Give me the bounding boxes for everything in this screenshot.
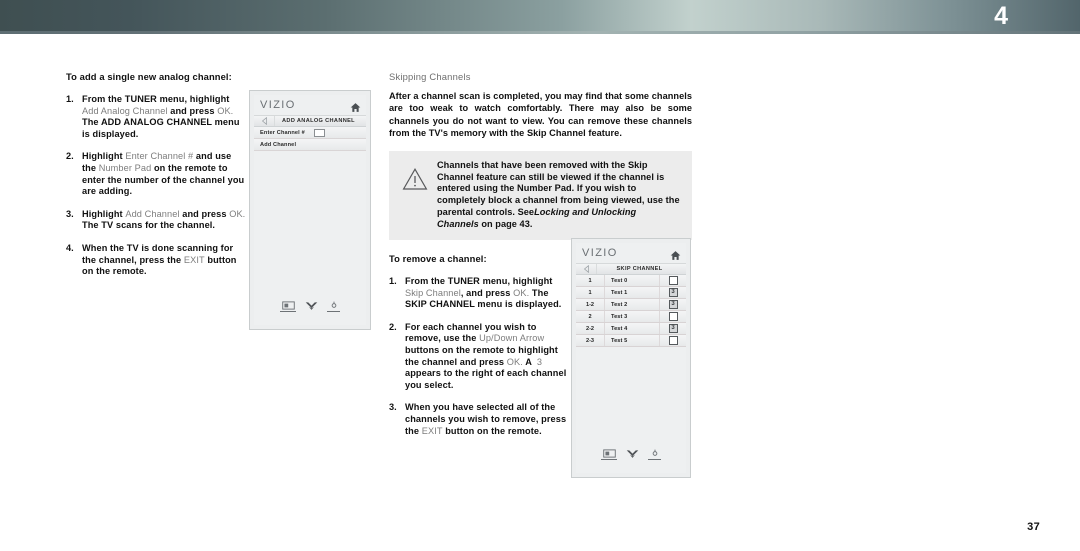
list-marker: 3. (389, 402, 397, 413)
list-item: 2. For each channel you wish to remove, … (389, 322, 567, 392)
section-title: Skipping Channels (389, 71, 471, 82)
tv-screen-inner: VIZIO ADD ANALOG CHANNEL Enter Channel #… (254, 95, 366, 325)
list-text: When you have selected all of the channe… (405, 402, 567, 436)
left-column: To add a single new analog channel: 1. F… (66, 71, 246, 289)
skip-checkbox[interactable]: 3 (668, 324, 678, 333)
list-item: 3. When you have selected all of the cha… (389, 402, 567, 437)
back-button[interactable] (576, 264, 597, 274)
warning-triangle-icon (402, 167, 428, 191)
tv-footer-icons (576, 442, 686, 473)
left-column-heading: To add a single new analog channel: (66, 71, 232, 82)
list-item: 1. From the TUNER menu, highlight Skip C… (389, 276, 567, 311)
caution-text: Channels that have been removed with the… (437, 159, 680, 230)
list-item: 4. When the TV is done scanning for the … (66, 243, 246, 278)
table-row[interactable]: 2-2 Test 4 3 (576, 323, 686, 335)
channel-name: Test 5 (611, 337, 628, 344)
tv-title-bar: ADD ANALOG CHANNEL (254, 115, 366, 127)
tv-brand-bar: VIZIO (254, 95, 366, 115)
tv-screen-body (576, 347, 686, 442)
tv-row-enter-channel[interactable]: Enter Channel # (254, 127, 366, 139)
list-marker: 3. (66, 208, 74, 219)
channel-number: 1 (576, 287, 605, 298)
brightness-icon-underline (327, 310, 340, 312)
skip-checkbox-cell[interactable] (659, 275, 686, 286)
skip-checkbox[interactable] (668, 336, 678, 345)
list-text: For each channel you wish to remove, use… (405, 321, 567, 390)
tv-row-add-channel[interactable]: Add Channel (254, 139, 366, 151)
table-row[interactable]: 1-2 Test 2 3 (576, 299, 686, 311)
tv-brand-bar: VIZIO (576, 243, 686, 263)
tv-row-label: Enter Channel # (260, 129, 305, 136)
list-marker: 4. (66, 242, 74, 253)
skip-checkbox-cell[interactable] (659, 335, 686, 346)
channel-number: 1-2 (576, 299, 605, 310)
channel-name: Test 0 (611, 277, 628, 284)
channel-number: 2-3 (576, 335, 605, 346)
list-marker: 1. (389, 276, 397, 287)
list-item: 1. From the TUNER menu, highlight Add An… (66, 94, 246, 140)
tv-screen-inner: VIZIO SKIP CHANNEL 1 Test 0 1 Test 1 3 1-2 Tes… (576, 243, 686, 473)
channel-name: Test 1 (611, 289, 628, 296)
picture-icon-underline (280, 310, 296, 312)
tv-screen-body (254, 151, 366, 294)
channel-name: Test 2 (611, 301, 628, 308)
list-marker: 2. (389, 321, 397, 332)
skip-checkbox-cell[interactable]: 3 (659, 323, 686, 334)
brightness-icon-underline (648, 458, 661, 460)
channel-name: Test 4 (611, 325, 628, 332)
skip-checkbox-cell[interactable] (659, 311, 686, 322)
channel-name: Test 3 (611, 313, 628, 320)
tv-menu-title: SKIP CHANNEL (616, 266, 663, 272)
list-marker: 2. (66, 151, 74, 162)
vizio-logo: VIZIO (260, 99, 296, 111)
tv-footer-icons (254, 294, 366, 325)
tv-menu-title: ADD ANALOG CHANNEL (282, 118, 355, 124)
chevron-double-down-icon[interactable] (305, 301, 318, 311)
home-icon[interactable] (670, 248, 681, 260)
chapter-number: 4 (994, 2, 1008, 30)
picture-icon[interactable] (601, 448, 617, 460)
brightness-icon[interactable] (327, 301, 340, 312)
list-item: 2. Highlight Enter Channel # and use the… (66, 151, 246, 197)
picture-icon-underline (601, 458, 617, 460)
list-text: When the TV is done scanning for the cha… (82, 242, 237, 277)
skip-checkbox-cell[interactable]: 3 (659, 287, 686, 298)
remove-channel-list: 1. From the TUNER menu, highlight Skip C… (389, 276, 567, 437)
table-row[interactable]: 2 Test 3 (576, 311, 686, 323)
table-row[interactable]: 1 Test 0 (576, 275, 686, 287)
chapter-banner (0, 0, 1080, 31)
vizio-logo: VIZIO (582, 247, 618, 259)
table-row[interactable]: 2-3 Test 5 (576, 335, 686, 347)
channel-number-input[interactable] (313, 128, 325, 137)
skip-checkbox[interactable]: 3 (668, 288, 678, 297)
tv-screen-skip-channel: VIZIO SKIP CHANNEL 1 Test 0 1 Test 1 3 1-2 Tes… (571, 238, 691, 478)
caution-box: Channels that have been removed with the… (389, 150, 692, 241)
channel-number: 1 (576, 275, 605, 286)
brightness-icon[interactable] (648, 449, 661, 460)
skip-checkbox[interactable]: 3 (668, 300, 678, 309)
home-icon[interactable] (350, 100, 361, 112)
banner-underline (0, 31, 1080, 34)
picture-icon[interactable] (280, 300, 296, 312)
back-button[interactable] (254, 116, 275, 126)
skip-checkbox[interactable] (668, 312, 678, 321)
list-text: From the TUNER menu, highlight Skip Chan… (405, 276, 562, 310)
table-row[interactable]: 1 Test 1 3 (576, 287, 686, 299)
channel-number: 2-2 (576, 323, 605, 334)
list-marker: 1. (66, 94, 74, 104)
skip-checkbox-cell[interactable]: 3 (659, 299, 686, 310)
page-number: 37 (1027, 521, 1040, 533)
tv-title-bar: SKIP CHANNEL (576, 263, 686, 275)
chevron-double-down-icon[interactable] (626, 449, 639, 459)
list-text: Highlight Add Channel and press OK. The … (82, 208, 246, 231)
channel-table: 1 Test 0 1 Test 1 3 1-2 Test 2 3 2 Test 3 2-2 Test … (576, 275, 686, 347)
list-text: From the TUNER menu, highlight Add Analo… (82, 94, 240, 139)
section-paragraph: After a channel scan is completed, you m… (389, 91, 692, 139)
tv-row-label: Add Channel (260, 141, 297, 148)
list-item: 3. Highlight Add Channel and press OK. T… (66, 209, 246, 232)
skip-checkbox[interactable] (668, 276, 678, 285)
tv-screen-add-analog-channel: VIZIO ADD ANALOG CHANNEL Enter Channel #… (249, 90, 371, 330)
channel-number: 2 (576, 311, 605, 322)
list-text: Highlight Enter Channel # and use the Nu… (82, 151, 245, 197)
